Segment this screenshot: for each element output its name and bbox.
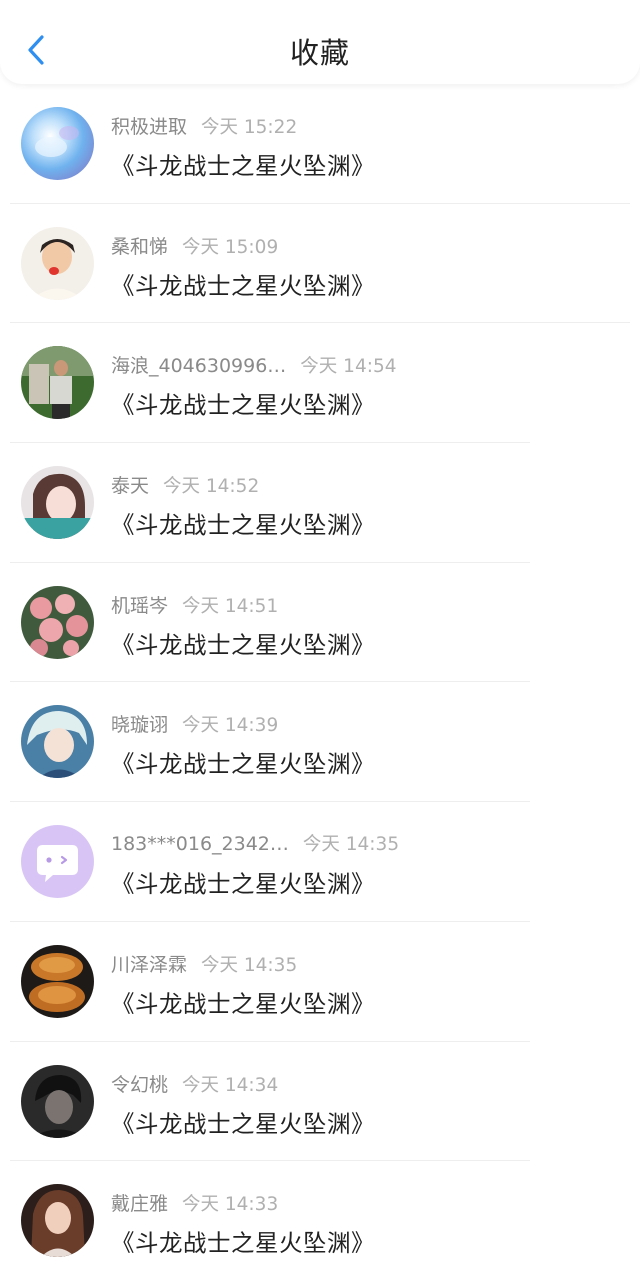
timestamp: 今天 14:39	[182, 715, 279, 737]
favorite-title[interactable]: 《斗龙战士之星火坠渊》	[111, 386, 375, 420]
timestamp: 今天 14:33	[182, 1194, 279, 1216]
user-name[interactable]: 川泽泽霖	[111, 954, 187, 976]
user-name[interactable]: 戴庄雅	[111, 1193, 168, 1215]
list-item[interactable]: 戴庄雅 今天 14:33 《斗龙战士之星火坠渊》	[0, 1161, 640, 1264]
crystal-ball-avatar[interactable]	[21, 107, 94, 180]
favorite-title[interactable]: 《斗龙战士之星火坠渊》	[111, 745, 375, 779]
favorite-title[interactable]: 《斗龙战士之星火坠渊》	[111, 1105, 375, 1139]
favorites-page: 收藏 积极进取 今天 15:22 《斗龙战士之星火坠渊》 桑和悌 今天 15:0…	[0, 0, 640, 1264]
timestamp: 今天 14:54	[300, 356, 397, 378]
favorite-title[interactable]: 《斗龙战士之星火坠渊》	[111, 865, 375, 899]
favorites-list: 积极进取 今天 15:22 《斗龙战士之星火坠渊》 桑和悌 今天 15:09 《斗龙…	[0, 84, 640, 1264]
girl-portrait-avatar[interactable]	[21, 466, 94, 540]
list-item[interactable]: 川泽泽霖 今天 14:35 《斗龙战士之星火坠渊》	[0, 922, 640, 1042]
dark-portrait-avatar[interactable]	[21, 1064, 94, 1138]
list-item[interactable]: 桑和悌 今天 15:09 《斗龙战士之星火坠渊》	[0, 204, 640, 324]
pink-flowers-avatar[interactable]	[21, 585, 94, 659]
list-item[interactable]: 机瑶岑 今天 14:51 《斗龙战士之星火坠渊》	[0, 563, 640, 683]
user-name[interactable]: 晓璇诩	[111, 714, 168, 736]
child-photo-avatar[interactable]	[21, 226, 94, 300]
favorite-title[interactable]: 《斗龙战士之星火坠渊》	[111, 985, 375, 1019]
woman-portrait-avatar[interactable]	[21, 1184, 94, 1258]
timestamp: 今天 14:35	[201, 954, 298, 976]
list-item[interactable]: 晓璇诩 今天 14:39 《斗龙战士之星火坠渊》	[0, 682, 640, 803]
anime-character-avatar[interactable]	[21, 705, 94, 779]
timestamp: 今天 14:35	[302, 834, 400, 856]
list-item[interactable]: 泰天 今天 14:52 《斗龙战士之星火坠渊》	[0, 443, 640, 563]
page-title: 收藏	[289, 36, 350, 70]
user-name[interactable]: 183***016_2342…	[111, 833, 289, 855]
timestamp: 今天 14:51	[182, 595, 279, 617]
favorite-title[interactable]: 《斗龙战士之星火坠渊》	[111, 147, 375, 181]
user-name[interactable]: 海浪_404630996…	[111, 355, 286, 377]
user-name[interactable]: 机瑶岑	[111, 595, 168, 617]
favorite-title[interactable]: 《斗龙战士之星火坠渊》	[111, 267, 375, 301]
user-name[interactable]: 桑和悌	[111, 236, 168, 258]
default-chat-avatar[interactable]	[21, 825, 94, 899]
top-bar: 收藏	[0, 0, 640, 84]
list-item[interactable]: 海浪_404630996… 今天 14:54 《斗龙战士之星火坠渊》	[0, 323, 640, 444]
user-name[interactable]: 积极进取	[111, 116, 187, 138]
user-name[interactable]: 令幻桃	[111, 1074, 168, 1096]
user-name[interactable]: 泰天	[111, 475, 149, 497]
favorite-title[interactable]: 《斗龙战士之星火坠渊》	[111, 1224, 375, 1258]
timestamp: 今天 15:22	[201, 117, 298, 138]
timestamp: 今天 14:34	[182, 1074, 279, 1096]
timestamp: 今天 15:09	[182, 236, 279, 258]
favorite-title[interactable]: 《斗龙战士之星火坠渊》	[111, 626, 375, 660]
list-item[interactable]: 183***016_2342… 今天 14:35 《斗龙战士之星火坠渊》	[0, 802, 640, 922]
list-item[interactable]: 积极进取 今天 15:22 《斗龙战士之星火坠渊》	[0, 84, 640, 204]
favorite-title[interactable]: 《斗龙战士之星火坠渊》	[111, 506, 375, 540]
man-outdoor-avatar[interactable]	[21, 346, 94, 420]
list-item[interactable]: 令幻桃 今天 14:34 《斗龙战士之星火坠渊》	[0, 1042, 640, 1162]
timestamp: 今天 14:52	[163, 476, 260, 498]
mooncake-avatar[interactable]	[21, 944, 94, 1018]
